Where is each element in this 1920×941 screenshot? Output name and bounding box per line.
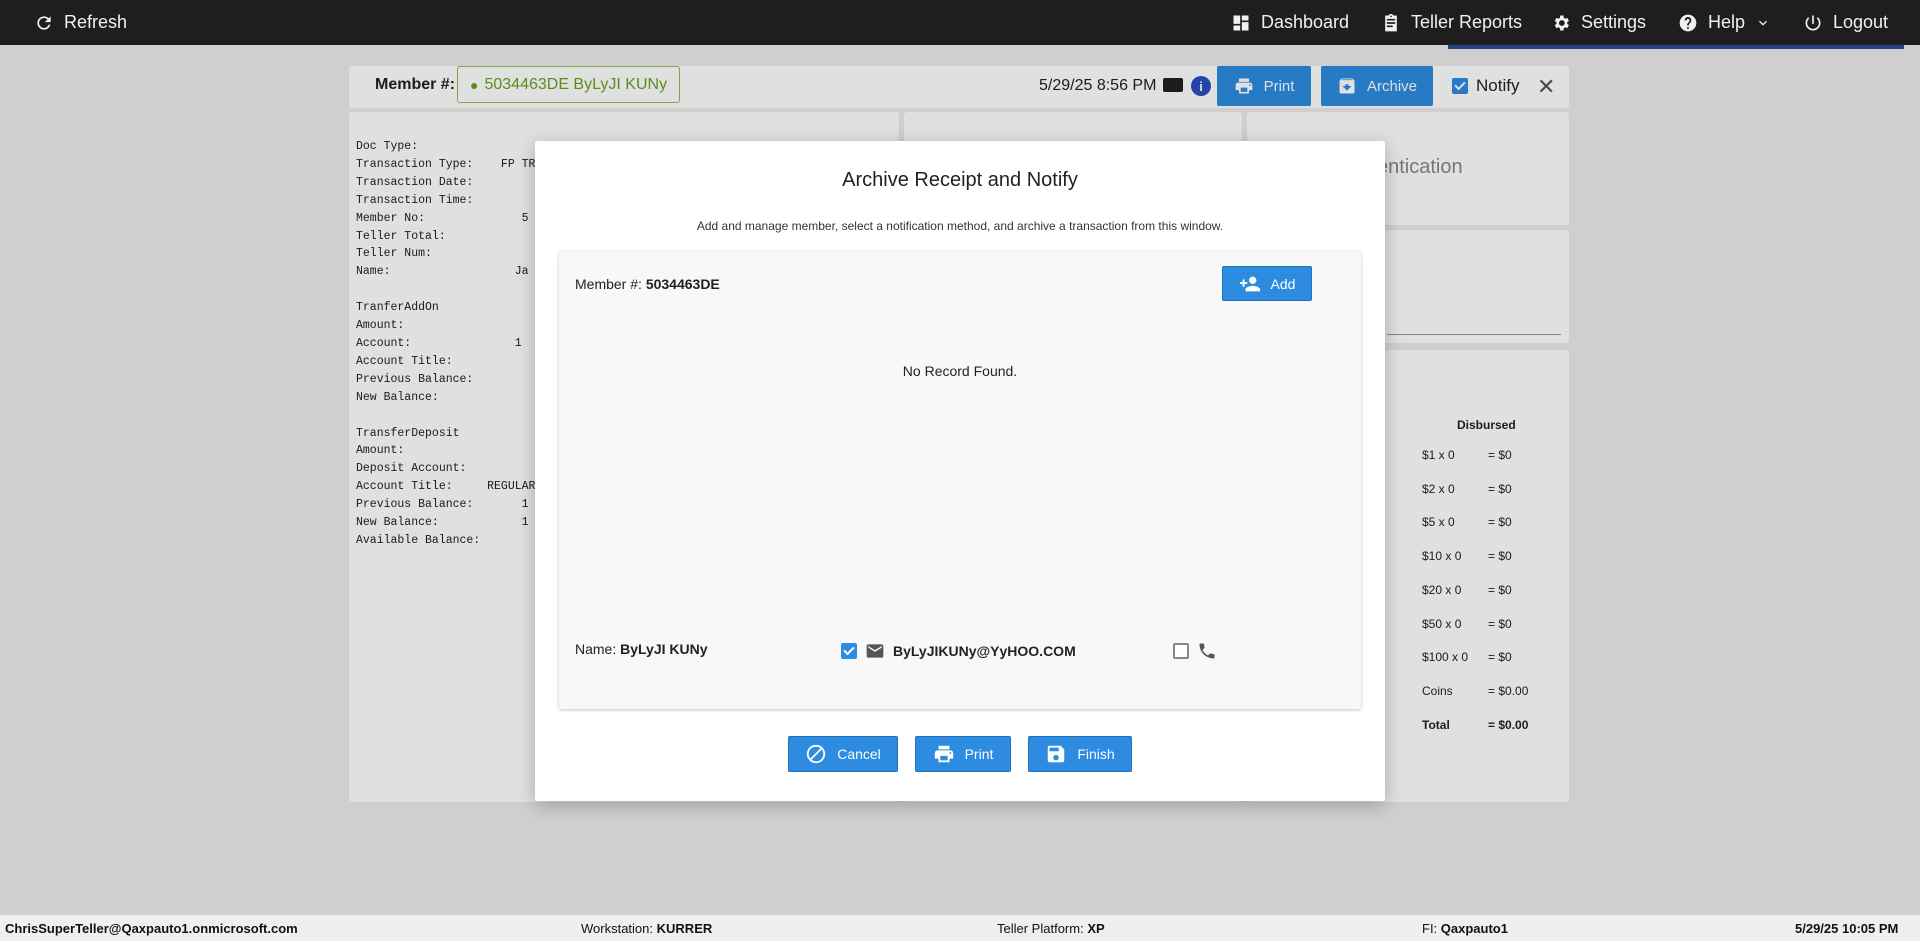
- status-workstation-value: KURRER: [656, 921, 713, 936]
- printer-icon: [934, 745, 953, 763]
- status-platform: Teller Platform: XP: [997, 921, 1105, 936]
- dialog-subtitle: Add and manage member, select a notifica…: [696, 219, 1224, 233]
- status-fi-label: FI:: [1422, 921, 1438, 936]
- clipboard-icon: [1385, 13, 1397, 31]
- save-icon: [1048, 745, 1065, 763]
- phone-option: [1173, 641, 1217, 661]
- dialog-title: Archive Receipt and Notify: [842, 169, 1078, 191]
- email-checkbox[interactable]: [841, 643, 857, 659]
- status-fi-value: Qaxpauto1: [1440, 921, 1508, 936]
- status-bar: ChrisSuperTeller@Qaxpauto1.onmicrosoft.c…: [0, 915, 1920, 941]
- add-member-label: Add: [1270, 275, 1296, 292]
- power-icon: [1805, 15, 1821, 31]
- nav-dashboard[interactable]: Dashboard: [1231, 0, 1349, 45]
- chevron-down-icon: [1759, 20, 1768, 26]
- finish-button[interactable]: Finish: [1028, 736, 1132, 772]
- status-datetime-value: 5/29/25 10:05 PM: [1795, 921, 1899, 936]
- contact-name: Name: ByLyJI KUNy: [575, 641, 708, 657]
- status-user: ChrisSuperTeller@Qaxpauto1.onmicrosoft.c…: [5, 921, 298, 936]
- nav-help[interactable]: Help: [1678, 0, 1771, 45]
- dialog-member-label: Member #:: [575, 276, 642, 292]
- nav-teller-reports-label: Teller Reports: [1411, 12, 1523, 32]
- archive-notify-dialog: Archive Receipt and Notify Add and manag…: [535, 141, 1385, 801]
- status-workstation-label: Workstation:: [581, 921, 654, 936]
- envelope-icon: [866, 644, 884, 658]
- status-fi: FI: Qaxpauto1: [1422, 921, 1508, 936]
- nav-settings[interactable]: Settings: [1551, 0, 1646, 45]
- gear-icon: [1554, 15, 1569, 30]
- dialog-member-value: 5034463DE: [645, 276, 720, 292]
- status-datetime: 5/29/25 10:05 PM: [1795, 921, 1898, 936]
- email-option: ByLyJIKUNy@YyHOO.COM: [841, 641, 1076, 661]
- member-contacts-card: Member #: 5034463DE Add No Record Found.…: [559, 251, 1361, 709]
- add-user-icon: [1239, 276, 1260, 291]
- help-icon: [1679, 14, 1697, 31]
- status-platform-label: Teller Platform:: [997, 921, 1084, 936]
- no-record-message: No Record Found.: [902, 363, 1018, 379]
- print-label: Print: [964, 746, 994, 762]
- email-address: ByLyJIKUNy@YyHOO.COM: [893, 643, 1076, 659]
- phone-checkbox[interactable]: [1173, 643, 1189, 659]
- cancel-label: Cancel: [837, 746, 881, 762]
- top-nav-bar: Refresh Dashboard Teller Reports Setting…: [0, 0, 1920, 49]
- cancel-icon: [807, 744, 826, 764]
- status-platform-value: XP: [1087, 921, 1105, 936]
- nav-settings-label: Settings: [1581, 12, 1647, 32]
- contact-name-value: ByLyJI KUNy: [620, 641, 708, 657]
- cancel-button[interactable]: Cancel: [788, 736, 898, 772]
- nav-logout-label: Logout: [1833, 12, 1889, 32]
- add-member-button[interactable]: Add: [1222, 266, 1312, 301]
- nav-teller-reports[interactable]: Teller Reports: [1381, 0, 1522, 45]
- nav-dashboard-label: Dashboard: [1261, 12, 1350, 32]
- status-user-value: ChrisSuperTeller@Qaxpauto1.onmicrosoft.c…: [5, 921, 298, 936]
- refresh-icon: [37, 15, 51, 30]
- phone-icon: [1199, 643, 1215, 659]
- print-button[interactable]: Print: [915, 736, 1011, 772]
- contact-name-label: Name:: [575, 641, 617, 657]
- refresh-label: Refresh: [64, 12, 128, 32]
- finish-label: Finish: [1077, 746, 1115, 762]
- status-workstation: Workstation: KURRER: [581, 921, 712, 936]
- dialog-member-number: Member #: 5034463DE: [575, 276, 720, 292]
- refresh-button[interactable]: Refresh: [34, 0, 127, 45]
- dashboard-icon: [1233, 15, 1249, 30]
- nav-help-label: Help: [1708, 12, 1746, 32]
- nav-logout[interactable]: Logout: [1803, 0, 1888, 45]
